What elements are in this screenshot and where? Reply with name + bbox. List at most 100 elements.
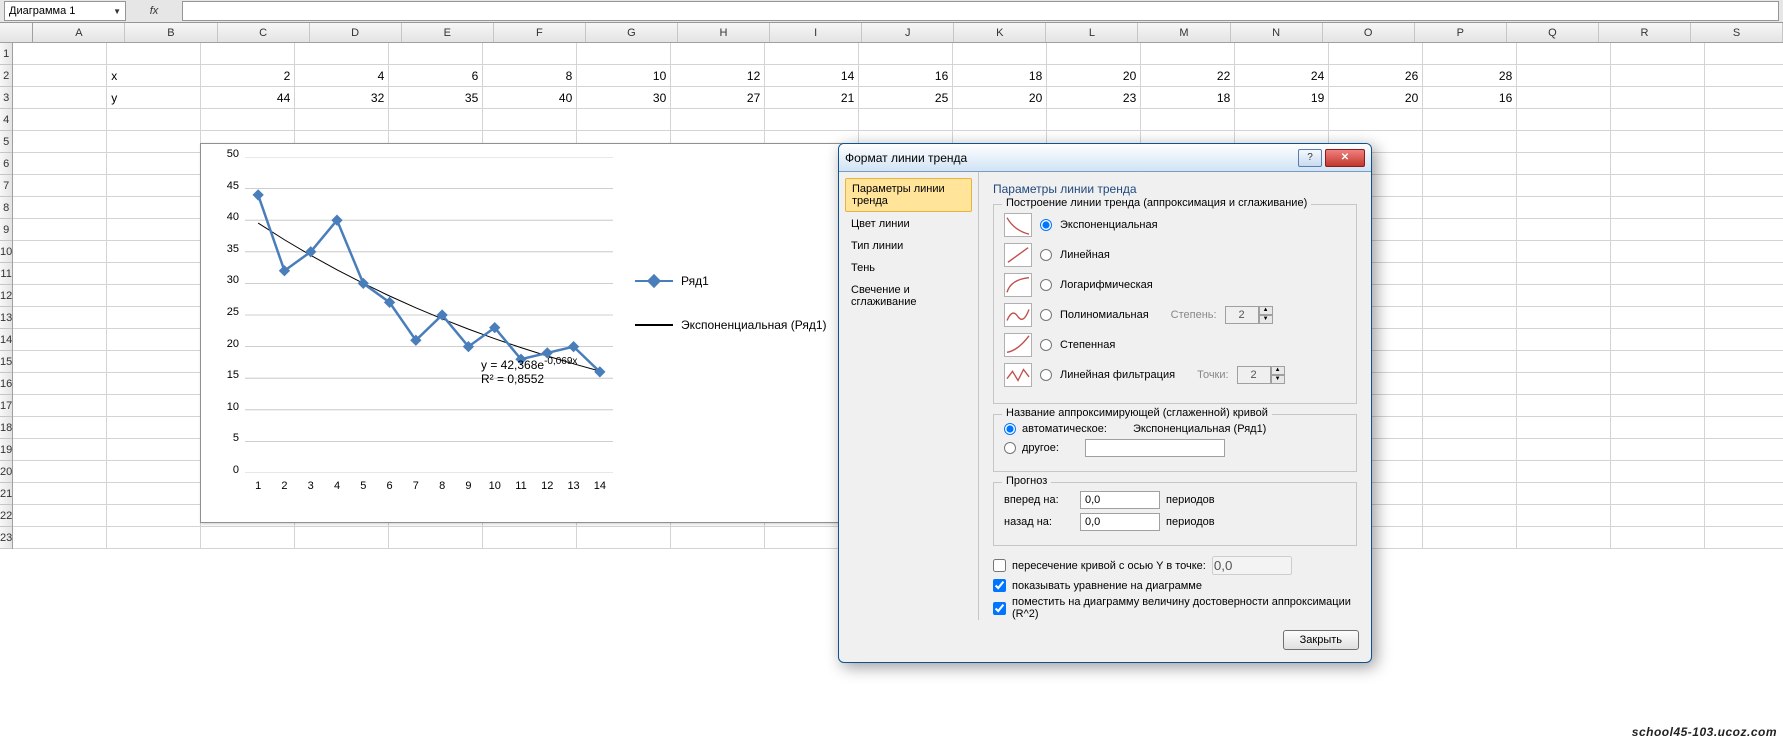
cell[interactable]	[1235, 43, 1329, 64]
cell[interactable]	[1423, 307, 1517, 328]
cell[interactable]	[1329, 43, 1423, 64]
cell[interactable]	[1517, 483, 1611, 504]
cell[interactable]	[107, 219, 201, 240]
cell[interactable]: 20	[953, 87, 1047, 108]
col-header[interactable]: M	[1138, 23, 1230, 42]
col-header[interactable]: F	[494, 23, 586, 42]
cell[interactable]	[1611, 197, 1705, 218]
cell[interactable]	[13, 219, 107, 240]
radio-moving-average[interactable]	[1040, 369, 1052, 381]
spin-down-icon[interactable]: ▼	[1259, 315, 1273, 324]
cell[interactable]	[1611, 285, 1705, 306]
name-box-dropdown-icon[interactable]: ▼	[113, 7, 121, 16]
cell[interactable]	[107, 263, 201, 284]
cell[interactable]: 24	[1235, 65, 1329, 86]
cell[interactable]	[483, 527, 577, 548]
radio-exponential[interactable]	[1040, 219, 1052, 231]
cell[interactable]	[1611, 109, 1705, 130]
cell[interactable]: 22	[1141, 65, 1235, 86]
cell[interactable]	[1705, 417, 1783, 438]
cell[interactable]	[1047, 109, 1141, 130]
cell[interactable]	[13, 285, 107, 306]
cell[interactable]	[671, 43, 765, 64]
radio-polynomial[interactable]	[1040, 309, 1052, 321]
cell[interactable]	[1705, 505, 1783, 526]
cell[interactable]	[107, 527, 201, 548]
cell[interactable]	[13, 329, 107, 350]
row-header[interactable]: 4	[0, 109, 12, 131]
cell[interactable]: 20	[1047, 65, 1141, 86]
row-header[interactable]: 2	[0, 65, 12, 87]
col-header[interactable]: N	[1231, 23, 1323, 42]
cell[interactable]	[13, 461, 107, 482]
cell[interactable]	[1423, 351, 1517, 372]
row-header[interactable]: 7	[0, 175, 12, 197]
cell[interactable]	[1423, 241, 1517, 262]
cell[interactable]: 6	[389, 65, 483, 86]
row-header[interactable]: 6	[0, 153, 12, 175]
cell[interactable]	[1423, 373, 1517, 394]
col-header[interactable]: O	[1323, 23, 1415, 42]
cell[interactable]	[1517, 373, 1611, 394]
cell[interactable]	[1611, 175, 1705, 196]
cell[interactable]	[1705, 307, 1783, 328]
cell[interactable]	[13, 417, 107, 438]
cell[interactable]	[577, 109, 671, 130]
cell[interactable]	[1611, 483, 1705, 504]
row-header[interactable]: 17	[0, 395, 12, 417]
cell[interactable]	[1423, 109, 1517, 130]
col-header[interactable]: I	[770, 23, 862, 42]
cell[interactable]: 2	[201, 65, 295, 86]
cell[interactable]	[13, 87, 107, 108]
nav-line-type[interactable]: Тип линии	[845, 236, 972, 256]
cell[interactable]	[1517, 109, 1611, 130]
cell[interactable]	[577, 527, 671, 548]
cell[interactable]	[1705, 373, 1783, 394]
cell[interactable]	[13, 439, 107, 460]
col-header[interactable]: P	[1415, 23, 1507, 42]
cell[interactable]	[1611, 461, 1705, 482]
col-header[interactable]: G	[586, 23, 678, 42]
cell[interactable]	[107, 285, 201, 306]
cell[interactable]: y	[107, 87, 201, 108]
cell[interactable]	[1611, 307, 1705, 328]
cell[interactable]	[1705, 43, 1783, 64]
cell[interactable]	[1705, 351, 1783, 372]
cell[interactable]	[859, 109, 953, 130]
row-header[interactable]: 10	[0, 241, 12, 263]
cell[interactable]	[1423, 197, 1517, 218]
cell[interactable]	[1423, 131, 1517, 152]
cell[interactable]	[1611, 505, 1705, 526]
cell[interactable]: 21	[765, 87, 859, 108]
check-show-equation[interactable]	[993, 579, 1006, 592]
cell[interactable]: 10	[577, 65, 671, 86]
cell[interactable]	[1611, 417, 1705, 438]
cell[interactable]	[107, 241, 201, 262]
col-header[interactable]: B	[125, 23, 217, 42]
cell[interactable]	[13, 197, 107, 218]
cell[interactable]	[1705, 153, 1783, 174]
cell[interactable]: 35	[389, 87, 483, 108]
cell[interactable]	[201, 527, 295, 548]
cell[interactable]	[765, 109, 859, 130]
cell[interactable]	[1705, 285, 1783, 306]
spin-down-icon[interactable]: ▼	[1271, 375, 1285, 384]
cell[interactable]	[1517, 439, 1611, 460]
col-header[interactable]: K	[954, 23, 1046, 42]
forward-input[interactable]	[1080, 491, 1160, 509]
cell[interactable]	[107, 439, 201, 460]
spin-up-icon[interactable]: ▲	[1271, 366, 1285, 375]
cell[interactable]: 4	[295, 65, 389, 86]
radio-linear[interactable]	[1040, 249, 1052, 261]
cell[interactable]	[1517, 351, 1611, 372]
row-header[interactable]: 14	[0, 329, 12, 351]
cell[interactable]	[1705, 527, 1783, 548]
radio-power[interactable]	[1040, 339, 1052, 351]
cell[interactable]	[483, 109, 577, 130]
cell[interactable]	[1423, 461, 1517, 482]
cell[interactable]	[1705, 241, 1783, 262]
cell[interactable]	[107, 417, 201, 438]
cell[interactable]	[859, 43, 953, 64]
radio-name-auto[interactable]	[1004, 423, 1016, 435]
cell[interactable]	[1517, 461, 1611, 482]
